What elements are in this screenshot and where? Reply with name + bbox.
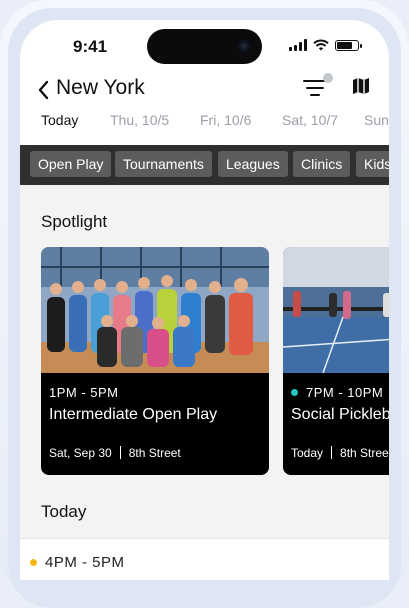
event-photo [283,247,389,373]
tab-fri[interactable]: Fri, 10/6 [200,112,251,128]
spotlight-card[interactable]: 7PM - 10PM Social Pickleball Today 8th St… [283,247,389,475]
chip-kids[interactable]: Kids [356,151,389,177]
chip-tournaments[interactable]: Tournaments [115,151,212,177]
back-chevron-icon[interactable] [36,79,50,101]
chip-clinics[interactable]: Clinics [293,151,351,177]
battery-icon [335,39,362,51]
tab-sun[interactable]: Sun [364,112,389,128]
filter-active-indicator [323,73,333,83]
event-list-item[interactable]: 4PM - 5PM [20,538,389,580]
tab-thu[interactable]: Thu, 10/5 [110,112,169,128]
event-title: Social Pickleball [291,406,389,423]
event-location: 8th Street [128,446,181,460]
app-screen: 9:41 New York Today Thu, 10/5 Fri, 10/6 [20,20,389,580]
spotlight-card[interactable]: 1PM - 5PM Intermediate Open Play Sat, Se… [41,247,269,475]
filter-icon[interactable] [303,80,329,100]
tab-today[interactable]: Today [41,112,78,128]
chip-leagues[interactable]: Leagues [218,151,288,177]
top-nav: New York [20,72,389,108]
event-location: 8th Street [340,446,389,460]
wifi-icon [313,39,329,51]
event-date: Today [291,446,324,460]
event-date: Sat, Sep 30 [49,446,112,460]
category-bar: Open Play Tournaments Leagues Clinics Ki… [20,145,389,185]
camera-icon [238,40,250,52]
status-dot [30,559,37,566]
tab-sat[interactable]: Sat, 10/7 [282,112,338,128]
map-icon[interactable] [351,76,371,96]
event-meta: Sat, Sep 30 8th Street [49,446,181,460]
city-title: New York [56,76,145,99]
status-icons [289,39,362,51]
event-time: 4PM - 5PM [30,554,125,571]
today-heading: Today [41,502,87,521]
status-time: 9:41 [73,37,108,56]
cellular-signal-icon [289,39,307,51]
day-tabs: Today Thu, 10/5 Fri, 10/6 Sat, 10/7 Sun [20,110,389,138]
event-time: 1PM - 5PM [49,385,119,400]
spotlight-heading: Spotlight [41,212,108,231]
event-photo [41,247,269,373]
dynamic-island [147,29,262,64]
chip-open-play[interactable]: Open Play [30,151,112,177]
event-meta: Today 8th Street [291,446,389,460]
event-title: Intermediate Open Play [49,406,218,423]
live-indicator-dot [291,389,298,396]
event-time: 7PM - 10PM [291,385,383,400]
